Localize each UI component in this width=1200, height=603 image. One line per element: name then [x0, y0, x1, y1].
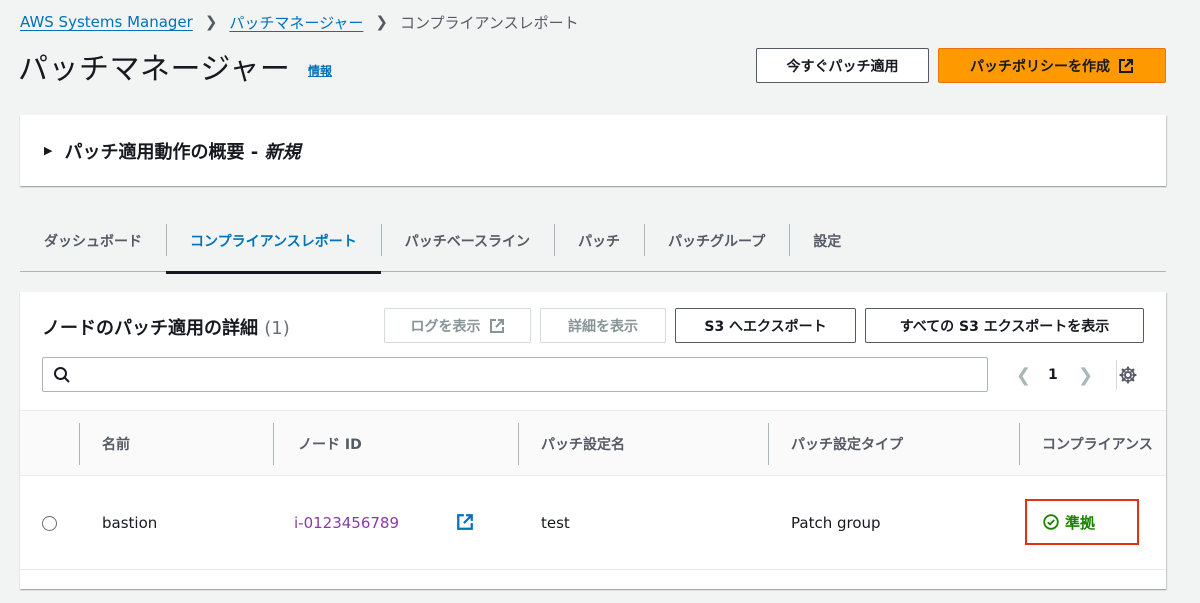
apply-patch-now-button[interactable]: 今すぐパッチ適用	[756, 48, 929, 83]
tab-compliance-report[interactable]: コンプライアンスレポート	[166, 210, 381, 274]
tab-settings[interactable]: 設定	[789, 210, 865, 272]
table-row[interactable]: bastion i-0123456789 test Patch group 準拠	[20, 476, 1166, 570]
create-patch-policy-label: パッチポリシーを作成	[970, 58, 1110, 75]
node-patch-details-table: ノードのパッチ適用の詳細 (1) ログを表示 詳細を表示 S3 へエクスポート …	[20, 292, 1166, 589]
breadcrumb-current: コンプライアンスレポート	[399, 13, 579, 32]
column-header-node-id[interactable]: ノード ID	[298, 411, 518, 477]
compliance-highlight-box: 準拠	[1025, 499, 1139, 545]
external-link-icon	[489, 318, 504, 333]
current-page-number[interactable]: 1	[1048, 360, 1058, 390]
breadcrumb-patch-manager[interactable]: パッチマネージャー	[229, 12, 363, 33]
view-all-s3-exports-label: すべての S3 エクスポートを表示	[899, 318, 1110, 335]
caret-right-icon: ▶	[44, 144, 53, 157]
breadcrumb: AWS Systems Manager ❯ パッチマネージャー ❯ コンプライア…	[20, 12, 579, 32]
search-input[interactable]	[42, 357, 988, 392]
column-divider	[518, 423, 519, 465]
check-circle-icon	[1043, 514, 1059, 530]
view-logs-label: ログを表示	[410, 318, 481, 335]
view-all-s3-exports-button[interactable]: すべての S3 エクスポートを表示	[865, 308, 1144, 343]
view-logs-button[interactable]: ログを表示	[384, 308, 531, 343]
tab-list: ダッシュボード コンプライアンスレポート パッチベースライン パッチ パッチグル…	[20, 210, 1166, 274]
table-count: (1)	[264, 318, 290, 339]
row-select-radio[interactable]	[42, 516, 57, 531]
cell-config-name: test	[541, 514, 570, 532]
chevron-right-icon: ❯	[204, 13, 218, 31]
compliance-status: 準拠	[1065, 513, 1096, 532]
tab-patches[interactable]: パッチ	[554, 210, 644, 272]
table-title: ノードのパッチ適用の詳細 (1)	[42, 314, 290, 340]
column-divider	[273, 423, 274, 465]
tab-patch-groups[interactable]: パッチグループ	[644, 210, 789, 272]
table-header-row: 名前 ノード ID パッチ設定名 パッチ設定タイプ コンプライアンス	[20, 410, 1166, 476]
patch-overview-panel[interactable]: ▶ パッチ適用動作の概要 - 新規	[20, 115, 1166, 186]
external-link-icon	[1119, 58, 1133, 73]
export-to-s3-label: S3 へエクスポート	[704, 318, 827, 335]
new-badge: 新規	[264, 141, 301, 163]
column-divider	[768, 423, 769, 465]
pager-divider	[1116, 360, 1117, 390]
column-header-name[interactable]: 名前	[102, 411, 272, 477]
export-to-s3-button[interactable]: S3 へエクスポート	[675, 308, 856, 343]
cell-config-type: Patch group	[791, 514, 881, 532]
external-link-icon[interactable]	[456, 513, 474, 531]
next-page-icon[interactable]: ❯	[1078, 360, 1093, 390]
view-details-button[interactable]: 詳細を表示	[540, 308, 666, 343]
page-title: パッチマネージャー	[18, 52, 291, 87]
tab-patch-baselines[interactable]: パッチベースライン	[380, 210, 554, 272]
previous-page-icon[interactable]: ❮	[1016, 360, 1031, 390]
cell-node-id: i-0123456789	[294, 476, 399, 570]
table-title-text: ノードのパッチ適用の詳細	[42, 318, 258, 339]
column-header-config-name[interactable]: パッチ設定名	[541, 411, 767, 477]
patch-overview-title-text: パッチ適用動作の概要 -	[64, 141, 265, 163]
search-icon	[54, 367, 70, 383]
column-header-config-type[interactable]: パッチ設定タイプ	[791, 411, 1019, 477]
apply-patch-now-label: 今すぐパッチ適用	[786, 58, 899, 75]
gear-icon[interactable]	[1118, 365, 1138, 385]
create-patch-policy-button[interactable]: パッチポリシーを作成	[938, 48, 1166, 83]
chevron-right-icon: ❯	[375, 13, 388, 31]
column-divider	[1019, 423, 1020, 465]
column-divider	[79, 423, 80, 465]
breadcrumb-systems-manager[interactable]: AWS Systems Manager	[20, 13, 193, 31]
info-link[interactable]: 情報	[308, 62, 332, 79]
patch-overview-title: パッチ適用動作の概要 - 新規	[64, 138, 300, 164]
column-header-compliance[interactable]: コンプライアンス	[1042, 411, 1166, 477]
node-id-link[interactable]: i-0123456789	[294, 514, 399, 532]
cell-name: bastion	[102, 514, 158, 532]
tab-dashboard[interactable]: ダッシュボード	[20, 210, 166, 272]
view-details-label: 詳細を表示	[568, 318, 638, 335]
